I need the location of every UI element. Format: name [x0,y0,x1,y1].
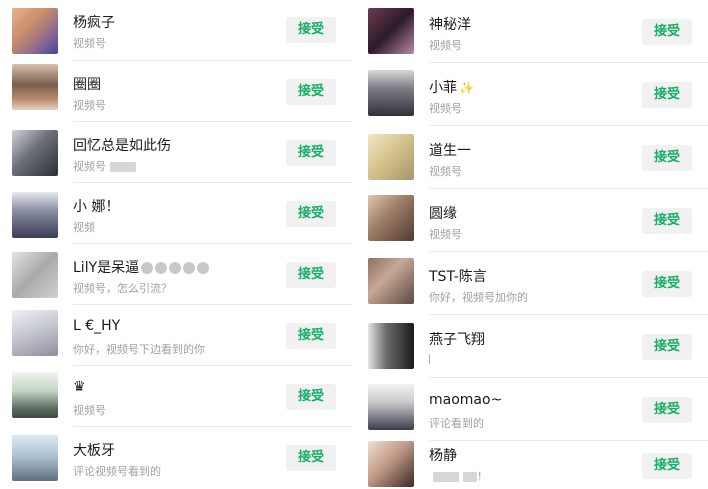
left-request-list: 杨疯子 视频号 接受 圈圈 视频号 接受 回忆总是如此伤 视频号 接受 小 娜！… [0,0,352,489]
contact-name: 大板牙 [73,443,115,459]
contact-name: TST-陈言 [429,269,487,285]
accept-button[interactable]: 接受 [642,397,692,423]
contact-name: 圈圈 [73,77,101,93]
avatar[interactable] [368,70,414,116]
accept-button[interactable]: 接受 [642,145,692,171]
contact-name: 道生一 [429,143,471,159]
list-item[interactable]: 回忆总是如此伤 视频号 接受 [0,122,352,183]
list-item[interactable]: 杨疯子 视频号 接受 [0,0,352,61]
request-message: 视频号 [429,228,462,241]
avatar[interactable] [368,258,414,304]
avatar[interactable] [368,195,414,241]
contact-name: ♛ [73,379,86,395]
avatar[interactable] [12,435,58,481]
accept-button[interactable]: 接受 [286,79,336,105]
empty-message-mark [429,354,430,364]
friend-requests-screen: 杨疯子 视频号 接受 圈圈 视频号 接受 回忆总是如此伤 视频号 接受 小 娜！… [0,0,708,489]
avatar[interactable] [12,8,58,54]
contact-name: L €_HY [73,318,121,334]
emoji-icons [139,260,210,276]
avatar[interactable] [12,64,58,110]
contact-name: LilY是呆逼 [73,257,210,277]
request-message: 评论视频号看到的 [73,465,161,478]
request-message: 视频号 [73,404,106,417]
list-item[interactable]: 神秘洋 视频号 接受 [356,0,708,63]
request-message: 评论看到的 [429,417,484,430]
accept-button[interactable]: 接受 [642,271,692,297]
request-message: ！ [429,468,488,484]
avatar[interactable] [368,323,414,369]
right-request-list: 神秘洋 视频号 接受 小菲 ✨ 视频号 接受 道生一 视频号 接受 圆缘 视频号 … [356,0,708,489]
avatar[interactable] [12,192,58,238]
contact-name: 神秘洋 [429,17,471,33]
contact-name: maomao~ [429,392,503,408]
contact-name: 小 娜！ [73,199,120,215]
request-message: 视频号 [73,99,106,112]
list-item[interactable]: TST-陈言 你好，视频号加你的 接受 [356,252,708,315]
avatar[interactable] [12,310,58,356]
request-message: 视频号 [429,165,462,178]
list-item[interactable]: ♛ 视频号 接受 [0,366,352,427]
blurred-text [463,472,477,482]
request-message: 视频 [73,221,95,234]
blurred-text [433,472,459,482]
request-message: 你好，视频号下边看到的你 [73,343,205,356]
list-item[interactable]: 大板牙 评论视频号看到的 接受 [0,427,352,489]
list-item[interactable]: 杨静 ！ 接受 [356,441,708,489]
list-item[interactable]: LilY是呆逼 视频号，怎么引流？ 接受 [0,244,352,305]
avatar[interactable] [12,372,58,418]
accept-button[interactable]: 接受 [642,334,692,360]
sparkle-icon: ✨ [459,81,474,95]
avatar[interactable] [368,441,414,487]
accept-button[interactable]: 接受 [642,82,692,108]
list-item[interactable]: 圆缘 视频号 接受 [356,189,708,252]
request-message: 视频号，怎么引流？ [73,282,172,295]
request-message: 视频号 [73,158,136,174]
list-item[interactable]: maomao~ 评论看到的 接受 [356,378,708,441]
accept-button[interactable]: 接受 [286,201,336,227]
accept-button[interactable]: 接受 [286,17,336,43]
request-message: 视频号 [429,39,462,52]
list-item[interactable]: L €_HY 你好，视频号下边看到的你 接受 [0,305,352,366]
contact-name: 杨疯子 [73,15,115,31]
avatar[interactable] [12,130,58,176]
accept-button[interactable]: 接受 [286,323,336,349]
accept-button[interactable]: 接受 [642,453,692,479]
accept-button[interactable]: 接受 [286,262,336,288]
contact-name: 杨静 [429,448,457,464]
request-message [429,352,430,365]
accept-button[interactable]: 接受 [286,445,336,471]
list-item[interactable]: 道生一 视频号 接受 [356,126,708,189]
contact-name: 圆缘 [429,206,457,222]
request-message: 视频号 [73,37,106,50]
request-message: 视频号 [429,102,462,115]
accept-button[interactable]: 接受 [642,19,692,45]
accept-button[interactable]: 接受 [286,384,336,410]
contact-name: 回忆总是如此伤 [73,138,171,154]
list-item[interactable]: 圈圈 视频号 接受 [0,61,352,122]
blurred-text [110,162,136,172]
avatar[interactable] [368,8,414,54]
list-item[interactable]: 燕子飞翔 接受 [356,315,708,378]
avatar[interactable] [368,384,414,430]
contact-name: 燕子飞翔 [429,332,485,348]
accept-button[interactable]: 接受 [642,208,692,234]
list-item[interactable]: 小菲 ✨ 视频号 接受 [356,63,708,126]
accept-button[interactable]: 接受 [286,140,336,166]
avatar[interactable] [368,134,414,180]
avatar[interactable] [12,252,58,298]
list-item[interactable]: 小 娜！ 视频 接受 [0,183,352,244]
request-message: 你好，视频号加你的 [429,291,528,304]
contact-name: 小菲 ✨ [429,80,474,96]
